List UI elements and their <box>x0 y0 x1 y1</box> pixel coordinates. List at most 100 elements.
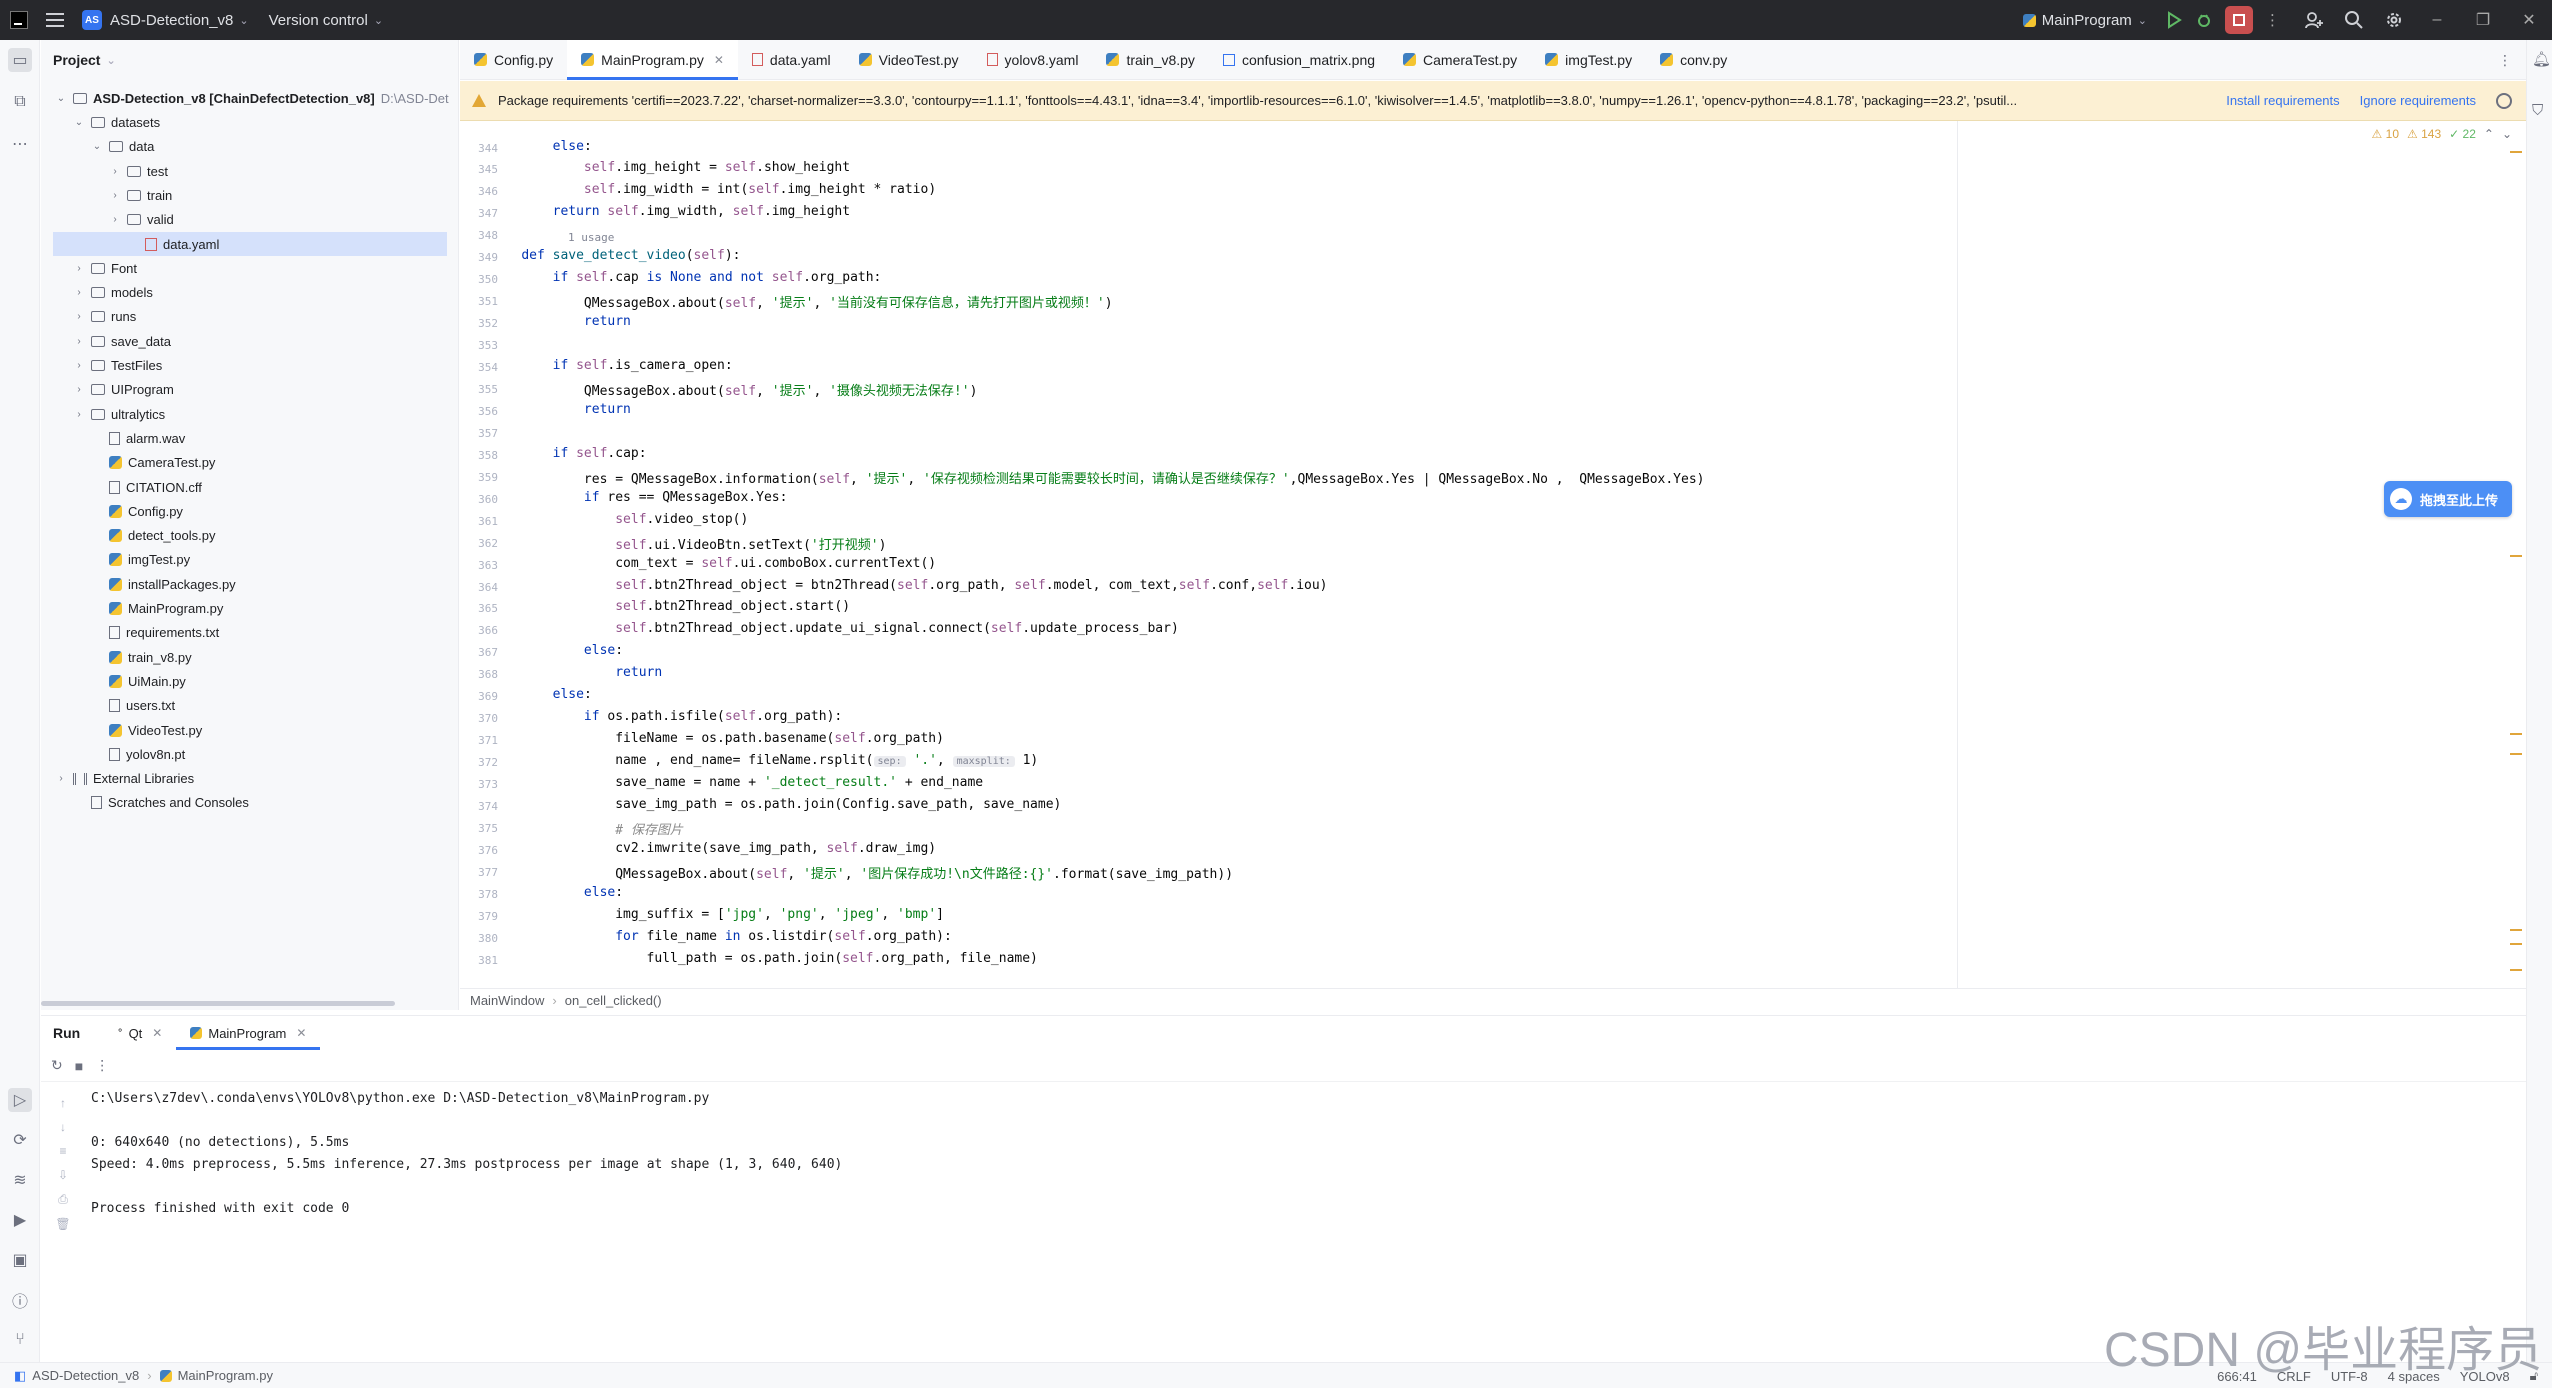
close-icon[interactable]: ✕ <box>714 53 724 67</box>
search-icon[interactable] <box>2344 10 2364 30</box>
stop-icon[interactable]: ■ <box>75 1058 83 1074</box>
tree-item[interactable]: CITATION.cff <box>91 475 202 499</box>
run-icon[interactable] <box>2165 11 2183 29</box>
chevron-down-icon[interactable]: ⌄ <box>91 141 103 152</box>
code-line[interactable]: full_path = os.path.join(self.org_path, … <box>490 951 1038 966</box>
layers-icon[interactable]: ≋ <box>8 1168 32 1192</box>
code-line[interactable]: QMessageBox.about(self, '提示', '摄像头视频无法保存… <box>490 380 978 399</box>
chevron-up-icon[interactable]: ⌃ <box>2484 127 2494 141</box>
chevron-right-icon[interactable]: › <box>73 263 85 274</box>
print-icon[interactable]: ⎙ <box>58 1192 68 1207</box>
breadcrumb-class[interactable]: MainWindow <box>470 993 544 1008</box>
structure-icon[interactable]: ⧉ <box>8 90 32 114</box>
code-line[interactable]: else: <box>490 643 623 658</box>
code-line[interactable]: # 保存图片 <box>490 819 683 838</box>
console-output[interactable]: C:\Users\z7dev\.conda\envs\YOLOv8\python… <box>91 1088 842 1220</box>
services-icon[interactable]: ▶ <box>8 1208 32 1232</box>
code-line[interactable]: return <box>490 665 662 680</box>
code-line[interactable]: save_name = name + '_detect_result.' + e… <box>490 775 983 790</box>
close-icon[interactable]: ✕ <box>2506 10 2552 30</box>
tree-item[interactable]: installPackages.py <box>91 572 236 596</box>
stop-button[interactable] <box>2225 6 2253 34</box>
tab-list-more-icon[interactable]: ⋮ <box>2498 52 2512 69</box>
run-config-selector[interactable]: MainProgram ⌄ <box>2013 0 2157 40</box>
tree-item[interactable]: Config.py <box>91 499 183 523</box>
editor-tab[interactable]: MainProgram.py ✕ <box>567 39 738 80</box>
main-menu-icon[interactable] <box>46 13 64 27</box>
tree-item[interactable]: imgTest.py <box>91 548 190 572</box>
tree-item[interactable]: requirements.txt <box>91 621 219 645</box>
tree-item[interactable]: › train <box>109 183 172 207</box>
tree-item[interactable]: › TestFiles <box>73 354 162 378</box>
chevron-right-icon[interactable]: › <box>73 336 85 347</box>
chevron-right-icon[interactable]: › <box>109 214 121 225</box>
editor-tab[interactable]: CameraTest.py <box>1389 40 1531 80</box>
chevron-right-icon[interactable]: › <box>109 166 121 177</box>
warning-marker[interactable] <box>2510 969 2522 971</box>
notifications-icon[interactable]: 🔔︎ <box>2532 50 2551 68</box>
code-line[interactable]: name , end_name= fileName.rsplit(sep: '.… <box>490 753 1038 768</box>
tree-item[interactable]: ⌄ data <box>91 135 155 159</box>
code-line[interactable]: QMessageBox.about(self, '提示', '当前没有可保存信息… <box>490 292 1113 311</box>
editor-tab[interactable]: imgTest.py <box>1531 40 1646 80</box>
tree-item[interactable]: › valid <box>109 208 173 232</box>
inspection-widget[interactable]: ⚠ 10 ⚠ 143 ✓ 22 ⌃ ⌄ <box>2372 127 2512 141</box>
code-line[interactable]: def save_detect_video(self): <box>490 248 740 263</box>
arrow-up-icon[interactable]: ↑ <box>60 1096 66 1110</box>
chevron-right-icon[interactable]: › <box>109 190 121 201</box>
tree-item[interactable]: users.txt <box>91 694 175 718</box>
code-line[interactable]: cv2.imwrite(save_img_path, self.draw_img… <box>490 841 936 856</box>
tree-item[interactable]: › ultralytics <box>73 402 165 426</box>
chevron-right-icon[interactable]: › <box>55 773 67 784</box>
code-line[interactable]: fileName = os.path.basename(self.org_pat… <box>490 731 944 746</box>
horizontal-scrollbar[interactable] <box>41 1001 395 1006</box>
tree-root[interactable]: ⌄ ASD-Detection_v8 [ChainDefectDetection… <box>55 86 449 110</box>
tree-item[interactable]: MainProgram.py <box>91 597 223 621</box>
code-line[interactable]: if self.cap: <box>490 446 647 461</box>
trash-icon[interactable]: 🗑︎ <box>55 1217 70 1231</box>
more-tools-icon[interactable]: ⋯ <box>8 132 32 156</box>
editor-tab[interactable]: confusion_matrix.png <box>1209 40 1389 80</box>
warning-marker[interactable] <box>2510 929 2522 931</box>
code-line[interactable]: self.video_stop() <box>490 512 748 527</box>
tree-item[interactable]: detect_tools.py <box>91 524 215 548</box>
editor-tab[interactable]: conv.py <box>1646 40 1741 80</box>
code-line[interactable]: img_suffix = ['jpg', 'png', 'jpeg', 'bmp… <box>490 907 944 922</box>
tree-item[interactable]: VideoTest.py <box>91 718 202 742</box>
problems-icon[interactable]: ⓘ <box>8 1288 32 1312</box>
code-line[interactable]: if self.is_camera_open: <box>490 358 733 373</box>
chevron-right-icon[interactable]: › <box>73 287 85 298</box>
terminal-icon[interactable]: ▣ <box>8 1248 32 1272</box>
tree-item[interactable]: CameraTest.py <box>91 451 215 475</box>
rerun-icon[interactable]: ↻ <box>51 1057 63 1074</box>
code-line[interactable]: self.btn2Thread_object.start() <box>490 599 850 614</box>
chevron-down-icon[interactable]: ⌄ <box>73 117 85 128</box>
editor-tab[interactable]: train_v8.py <box>1092 40 1208 80</box>
tree-item[interactable]: Scratches and Consoles <box>73 791 249 815</box>
code-line[interactable]: return <box>490 402 631 417</box>
tree-item[interactable]: › models <box>73 281 153 305</box>
chevron-right-icon[interactable]: › <box>73 311 85 322</box>
arrow-down-icon[interactable]: ↓ <box>60 1120 66 1134</box>
code-line[interactable]: if self.cap is None and not self.org_pat… <box>490 270 882 285</box>
warning-marker[interactable] <box>2510 733 2522 735</box>
run-tab[interactable]: MainProgram ✕ <box>176 1016 321 1050</box>
gear-icon[interactable] <box>2496 92 2512 109</box>
code-line[interactable]: self.btn2Thread_object.update_ui_signal.… <box>490 621 1179 636</box>
editor-tab[interactable]: Config.py <box>460 40 567 80</box>
close-icon[interactable]: ✕ <box>152 1026 162 1040</box>
more-actions-icon[interactable]: ⋮ <box>2265 11 2280 29</box>
tree-item[interactable]: train_v8.py <box>91 645 192 669</box>
soft-wrap-icon[interactable]: ≡ <box>59 1144 66 1158</box>
code-line[interactable]: for file_name in os.listdir(self.org_pat… <box>490 929 952 944</box>
code-line[interactable]: QMessageBox.about(self, '提示', '图片保存成功!\n… <box>490 863 1233 882</box>
project-switcher[interactable]: AS ASD-Detection_v8 ⌄ <box>72 0 259 40</box>
usage-hint[interactable]: 1 usage <box>568 231 614 244</box>
code-line[interactable]: else: <box>490 687 592 702</box>
add-user-icon[interactable] <box>2304 10 2324 30</box>
python-packages-icon[interactable]: ⟳ <box>8 1128 32 1152</box>
project-panel-header[interactable]: Project ⌄ <box>41 40 458 80</box>
status-file[interactable]: MainProgram.py <box>178 1368 273 1383</box>
chevron-right-icon[interactable]: › <box>73 384 85 395</box>
code-line[interactable]: self.ui.VideoBtn.setText('打开视频') <box>490 534 886 553</box>
